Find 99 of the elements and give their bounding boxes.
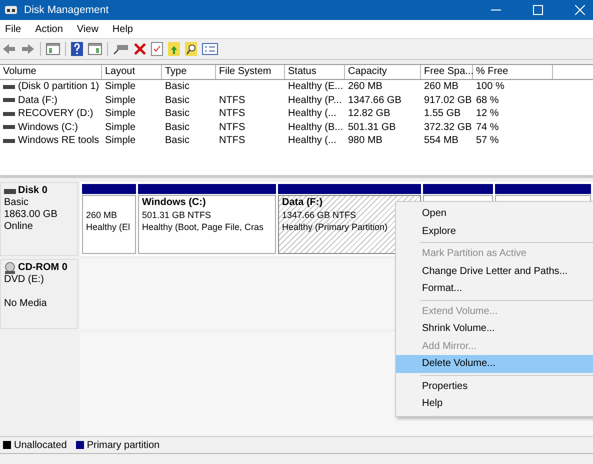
table-cell: 100 % [476, 81, 504, 92]
cd-drive-icon [4, 262, 16, 274]
help-icon[interactable] [71, 42, 83, 56]
volume-icon [3, 112, 15, 116]
table-cell: Basic [165, 122, 190, 133]
partition-info: Healthy (El [86, 221, 132, 233]
back-arrow-icon[interactable] [2, 43, 16, 55]
table-cell: 68 % [476, 94, 499, 106]
table-cell: Basic [165, 81, 190, 92]
folder-up-icon[interactable] [168, 42, 180, 56]
console-tree-icon[interactable] [46, 43, 60, 55]
close-icon[interactable] [575, 5, 585, 15]
table-cell: Simple [105, 94, 136, 106]
table-cell: 501.31 GB [348, 122, 396, 133]
table-cell: Healthy (E... [288, 81, 344, 92]
table-cell: RECOVERY (D:) [18, 108, 94, 120]
disk-name: Disk 0 [18, 185, 48, 197]
partition-bar [82, 184, 136, 194]
partition-box[interactable]: Windows (C:) 501.31 GB NTFS Healthy (Boot, Page File, Cras [138, 195, 276, 254]
column-header[interactable]: Capacity [345, 65, 421, 79]
table-cell: Data (F:) [18, 94, 58, 106]
table-cell: Simple [105, 122, 136, 133]
table-cell: 12.82 GB [348, 108, 390, 120]
table-cell: Healthy (B... [288, 122, 344, 133]
table-cell: 260 MB [348, 81, 382, 92]
disk-info: 1863.00 GB [4, 209, 58, 221]
table-cell: (Disk 0 partition 1) [18, 81, 100, 92]
legend-label: Primary partition [86, 440, 160, 450]
table-cell: Healthy (P... [288, 94, 342, 106]
table-cell: NTFS [219, 135, 246, 146]
column-header[interactable]: Type [162, 65, 216, 79]
table-cell: Basic [165, 94, 190, 106]
column-header[interactable]: Status [285, 65, 345, 79]
table-cell: Healthy (... [288, 108, 336, 120]
table-cell: Simple [105, 81, 136, 92]
table-cell: Basic [165, 108, 190, 120]
partition-info: 260 MB [86, 209, 118, 221]
volume-icon [3, 98, 15, 102]
context-menu-item[interactable]: Help [396, 395, 593, 412]
menu-item[interactable]: Help [112, 24, 133, 34]
context-menu-item[interactable]: Delete Volume... [396, 355, 593, 372]
context-menu-item[interactable]: Format... [396, 280, 593, 298]
volume-icon [3, 84, 15, 89]
context-menu-item[interactable]: Change Drive Letter and Paths... [396, 262, 593, 280]
column-header[interactable]: % Free [473, 65, 553, 79]
search-icon[interactable] [185, 42, 197, 56]
partition-info: Healthy (Boot, Page File, Cras [142, 221, 265, 233]
column-header[interactable]: Free Spa... [421, 65, 473, 79]
table-cell: Simple [105, 108, 136, 120]
disk-name: CD-ROM 0 [18, 262, 68, 274]
column-header[interactable]: Layout [102, 65, 162, 79]
menu-item[interactable]: File [5, 24, 22, 34]
menu-item[interactable]: View [76, 24, 98, 34]
table-cell: 372.32 GB [424, 122, 472, 133]
disk-info: Online [4, 221, 34, 233]
table-cell: NTFS [219, 94, 246, 106]
table-cell: 980 MB [348, 135, 382, 146]
checklist-icon[interactable] [151, 42, 163, 56]
partition-name: Data (F:) [282, 197, 324, 209]
forward-arrow-icon[interactable] [21, 43, 35, 55]
connect-icon[interactable] [113, 43, 129, 55]
table-cell: 917.02 GB [424, 94, 472, 106]
table-cell: Simple [105, 135, 136, 146]
disk-info: Basic [4, 197, 30, 209]
partition-bar [423, 184, 493, 194]
partition-name: Windows (C:) [142, 197, 207, 209]
delete-icon[interactable] [134, 43, 146, 55]
table-cell: 260 MB [424, 81, 458, 92]
table-cell: 1347.66 GB [348, 94, 402, 106]
disk-info: DVD (E:) [4, 274, 45, 286]
action-pane-icon[interactable] [88, 43, 102, 55]
legend-label: Unallocated [14, 440, 67, 450]
maximize-icon[interactable] [533, 5, 543, 15]
volume-icon [3, 125, 15, 130]
table-cell: Windows RE tools [18, 135, 100, 146]
column-header[interactable]: Volume [0, 65, 102, 79]
disk-drive-icon [4, 4, 18, 16]
table-cell: Windows (C:) [18, 122, 78, 133]
partition-box[interactable]: 260 MB Healthy (El [82, 195, 136, 254]
table-cell: 554 MB [424, 135, 458, 146]
partition-info: Healthy (Primary Partition) [282, 221, 389, 233]
table-cell: 57 % [476, 135, 499, 146]
disk-status: No Media [4, 298, 48, 310]
table-cell: Healthy (... [288, 135, 336, 146]
table-cell: NTFS [219, 108, 246, 120]
menu-item[interactable]: Action [35, 24, 63, 34]
table-cell: Basic [165, 135, 190, 146]
window-title: Disk Management [24, 4, 109, 16]
table-cell: 12 % [476, 108, 499, 120]
partition-info: 1347.66 GB NTFS [282, 209, 358, 221]
context-menu-item[interactable]: Shrink Volume... [396, 320, 593, 338]
context-menu-item[interactable]: Properties [396, 378, 593, 395]
table-cell: 1.55 GB [424, 108, 461, 120]
table-cell: 74 % [476, 122, 499, 133]
volume-icon [3, 138, 15, 143]
column-header[interactable]: File System [216, 65, 285, 79]
partition-info: 501.31 GB NTFS [142, 209, 212, 221]
table-cell: NTFS [219, 122, 246, 133]
properties-icon[interactable] [202, 43, 218, 55]
